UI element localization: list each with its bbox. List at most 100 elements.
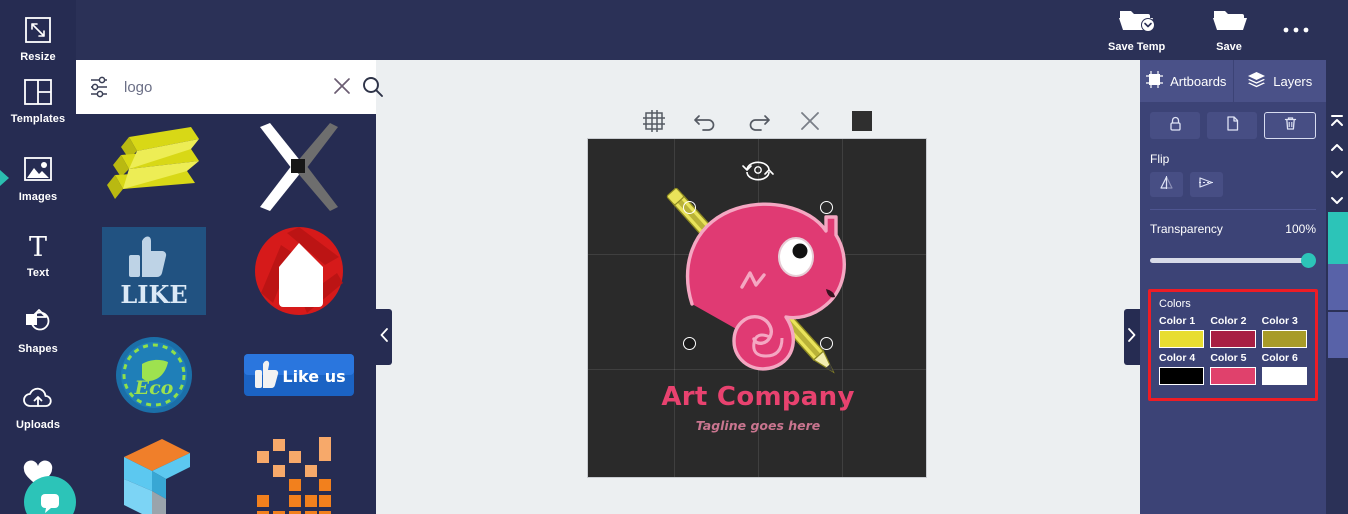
image-results-grid[interactable]: LIKE Eco Like us [76, 114, 376, 514]
tab-layers[interactable]: Layers [1232, 60, 1326, 102]
color-swatch-1[interactable]: Color 1 [1159, 315, 1205, 348]
sidebar-item-label-text: Text [26, 267, 50, 279]
transparency-slider[interactable] [1150, 250, 1316, 270]
color-swatch-5-chip[interactable] [1210, 367, 1256, 385]
flip-horizontal-button[interactable] [1150, 172, 1183, 197]
bring-forward-button[interactable] [1326, 138, 1348, 160]
color-swatch-6[interactable]: Color 6 [1261, 352, 1307, 385]
list-item[interactable] [231, 432, 366, 514]
uploads-icon [21, 381, 55, 415]
save-temp-button[interactable]: Save Temp [1108, 6, 1165, 53]
clear-x-icon[interactable] [331, 75, 353, 99]
resize-handle-top-left[interactable] [683, 201, 696, 214]
lock-button[interactable] [1150, 112, 1200, 139]
sidebar-item-images[interactable]: Images [0, 140, 76, 216]
flip-vertical-icon [1198, 175, 1215, 195]
collapse-left-panel-button[interactable] [376, 309, 392, 365]
duplicate-button[interactable] [1207, 112, 1257, 139]
resize-handle-bottom-right[interactable] [820, 337, 833, 350]
color-swatch-5-label: Color 5 [1210, 352, 1247, 364]
right-panel-tabs: Artboards Layers [1140, 60, 1326, 102]
top-bar: Save Temp Save [0, 0, 1348, 60]
sidebar-item-label-uploads: Uploads [15, 419, 61, 431]
send-backward-button[interactable] [1326, 166, 1348, 188]
list-item[interactable] [86, 432, 221, 514]
sidebar-item-label-templates: Templates [10, 113, 66, 125]
scrollbar-segment[interactable] [1328, 264, 1348, 310]
app-root: Save Temp Save Resize Templates Images T… [0, 0, 1348, 514]
color-swatch-3[interactable]: Color 3 [1261, 315, 1307, 348]
send-to-back-button[interactable] [1326, 192, 1348, 214]
save-button[interactable]: Save [1206, 6, 1252, 53]
grid-icon[interactable] [641, 108, 667, 134]
chevron-down-bar-icon [1329, 194, 1345, 213]
list-item[interactable]: Eco [86, 328, 221, 426]
search-bar [76, 60, 383, 114]
colors-title: Colors [1159, 298, 1191, 310]
color-swatch-3-label: Color 3 [1261, 315, 1298, 327]
list-item[interactable] [231, 120, 366, 218]
collapse-right-panel-button[interactable] [1124, 309, 1140, 365]
left-rail: Resize Templates Images T Text Shapes Up… [0, 0, 76, 514]
right-panel: Artboards Layers Flip Transparency 100% … [1140, 60, 1326, 514]
images-search-panel: LIKE [76, 60, 383, 514]
bring-to-front-button[interactable] [1326, 112, 1348, 134]
filter-sliders-icon[interactable] [88, 74, 114, 100]
artboard[interactable]: Art Company Tagline goes here [587, 138, 927, 478]
red-aperture-house-logo [251, 224, 347, 322]
color-swatch-4-chip[interactable] [1159, 367, 1205, 385]
right-panel-body: Flip Transparency 100% [1140, 102, 1326, 270]
delete-button[interactable] [1264, 112, 1316, 139]
transparency-label: Transparency [1150, 222, 1223, 236]
chameleon-with-pencil-logo[interactable]: Art Company Tagline goes here [588, 139, 928, 479]
sidebar-item-label-images: Images [18, 191, 58, 203]
color-swatch-6-chip[interactable] [1261, 367, 1307, 385]
orange-pixel-blocks-logo [253, 433, 345, 514]
slider-knob[interactable] [1301, 253, 1316, 268]
flip-vertical-button[interactable] [1190, 172, 1223, 197]
flip-horizontal-icon [1159, 175, 1174, 195]
sidebar-item-shapes[interactable]: Shapes [0, 292, 76, 368]
sidebar-item-label-shapes: Shapes [18, 343, 58, 355]
folder-icon [1206, 6, 1252, 39]
color-swatch-4-label: Color 4 [1159, 352, 1196, 364]
scrollbar-thumb[interactable] [1328, 212, 1348, 264]
eco-badge-logo: Eco [111, 332, 197, 423]
color-swatch-5[interactable]: Color 5 [1210, 352, 1256, 385]
sidebar-item-text[interactable]: T Text [0, 216, 76, 292]
resize-handle-bottom-left[interactable] [683, 337, 696, 350]
color-swatch-4[interactable]: Color 4 [1159, 352, 1205, 385]
redo-icon[interactable] [745, 108, 771, 134]
color-swatch-6-label: Color 6 [1261, 352, 1298, 364]
search-input[interactable] [124, 78, 323, 96]
color-swatch-2[interactable]: Color 2 [1210, 315, 1256, 348]
colors-grid: Color 1 Color 2 Color 3 Color 4 Color 5 [1159, 315, 1307, 385]
square-swatch-icon[interactable] [849, 108, 875, 134]
undo-icon[interactable] [693, 108, 719, 134]
sidebar-item-uploads[interactable]: Uploads [0, 368, 76, 444]
flip-buttons [1150, 172, 1316, 197]
chevron-left-icon [379, 327, 389, 348]
yellow-stacked-layers-logo [95, 120, 213, 218]
resize-handle-top-right[interactable] [820, 201, 833, 214]
tab-artboards[interactable]: Artboards [1140, 60, 1233, 102]
color-swatch-3-chip[interactable] [1261, 330, 1307, 348]
color-swatch-2-chip[interactable] [1210, 330, 1256, 348]
save-temp-label: Save Temp [1108, 41, 1166, 53]
list-item[interactable]: LIKE [86, 224, 221, 322]
magnifier-icon[interactable] [361, 75, 385, 99]
layer-order-bar [1326, 60, 1348, 514]
color-swatch-1-chip[interactable] [1159, 330, 1205, 348]
more-dots-icon[interactable] [1282, 22, 1310, 40]
trash-icon [1284, 116, 1297, 136]
close-icon[interactable] [797, 108, 823, 134]
sidebar-item-templates[interactable]: Templates [0, 62, 76, 138]
scrollbar-segment[interactable] [1328, 312, 1348, 358]
text-icon: T [21, 229, 55, 263]
list-item[interactable] [231, 224, 366, 322]
logo-title: Art Company [661, 382, 855, 412]
list-item[interactable]: Like us [231, 328, 366, 426]
list-item[interactable] [86, 120, 221, 218]
rotate-handle-icon[interactable] [741, 158, 775, 184]
flip-label: Flip [1150, 152, 1170, 166]
